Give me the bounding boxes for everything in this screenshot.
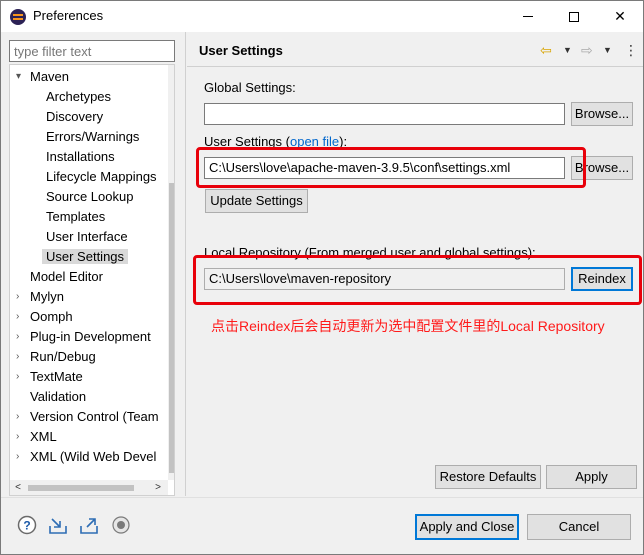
tree-item-user-settings[interactable]: User Settings — [42, 247, 129, 267]
browse-global-button[interactable]: Browse... — [571, 102, 633, 126]
tree-item-plugin-development[interactable]: › Plug-in Development — [16, 327, 151, 347]
tree-item-discovery[interactable]: Discovery — [46, 107, 103, 127]
global-settings-label: Global Settings: — [204, 80, 296, 95]
tree-horizontal-scroll-thumb[interactable] — [28, 485, 134, 491]
preference-tree: ▾ Maven Archetypes Discovery Errors/Warn… — [9, 64, 175, 496]
title-bar: Preferences ✕ — [1, 1, 643, 32]
minimize-button[interactable] — [505, 1, 551, 32]
close-icon: ✕ — [614, 8, 626, 24]
filter-box — [9, 40, 175, 62]
tree-item-templates[interactable]: Templates — [46, 207, 105, 227]
tree-item-maven[interactable]: ▾ Maven — [16, 67, 69, 87]
help-icon[interactable]: ? — [17, 515, 37, 535]
tree-vertical-scrollbar[interactable] — [168, 65, 174, 480]
apply-button[interactable]: Apply — [546, 465, 637, 489]
close-button[interactable]: ✕ — [597, 1, 643, 32]
user-settings-highlight — [196, 147, 586, 188]
window-title: Preferences — [33, 8, 104, 23]
preferences-window: Preferences ✕ ▾ Maven Archetypes Discove… — [0, 0, 644, 555]
tree-item-installations[interactable]: Installations — [46, 147, 115, 167]
forward-dropdown-icon[interactable]: ▼ — [603, 41, 612, 59]
tree-vertical-scroll-thumb[interactable] — [169, 183, 174, 473]
tree-item-run-debug[interactable]: › Run/Debug — [16, 347, 96, 367]
record-icon[interactable] — [111, 515, 131, 535]
maximize-button[interactable] — [551, 1, 597, 32]
tree-item-xml-wild-web[interactable]: › XML (Wild Web Devel — [16, 447, 156, 467]
tree-item-version-control[interactable]: › Version Control (Team — [16, 407, 159, 427]
export-icon[interactable] — [79, 515, 99, 535]
tree-item-validation[interactable]: Validation — [30, 387, 86, 407]
chevron-right-icon[interactable]: › — [16, 327, 26, 347]
local-repository-highlight — [193, 255, 642, 305]
tree-item-xml[interactable]: › XML — [16, 427, 57, 447]
tree-item-textmate[interactable]: › TextMate — [16, 367, 83, 387]
tree-item-user-interface[interactable]: User Interface — [46, 227, 128, 247]
back-dropdown-icon[interactable]: ▼ — [563, 41, 572, 59]
cancel-button[interactable]: Cancel — [527, 514, 631, 540]
tree-horizontal-scrollbar[interactable]: < > — [10, 480, 168, 495]
restore-defaults-button[interactable]: Restore Defaults — [435, 465, 541, 489]
scroll-right-icon[interactable]: > — [150, 480, 166, 495]
chevron-right-icon[interactable]: › — [16, 407, 26, 427]
tree-item-errors-warnings[interactable]: Errors/Warnings — [46, 127, 139, 147]
apply-and-close-button[interactable]: Apply and Close — [415, 514, 519, 540]
update-settings-button[interactable]: Update Settings — [205, 189, 308, 213]
tree-item-archetypes[interactable]: Archetypes — [46, 87, 111, 107]
tree-item-source-lookup[interactable]: Source Lookup — [46, 187, 133, 207]
chevron-right-icon[interactable]: › — [16, 307, 26, 327]
maximize-icon — [569, 11, 579, 22]
tree-item-mylyn[interactable]: › Mylyn — [16, 287, 64, 307]
filter-input[interactable] — [10, 41, 174, 61]
chevron-right-icon[interactable]: › — [16, 287, 26, 307]
chevron-down-icon[interactable]: ▾ — [16, 67, 26, 87]
scroll-left-icon[interactable]: < — [10, 480, 26, 495]
global-settings-field[interactable] — [204, 103, 565, 125]
chevron-right-icon[interactable]: › — [16, 427, 26, 447]
import-icon[interactable] — [48, 515, 68, 535]
tree-item-model-editor[interactable]: Model Editor — [30, 267, 103, 287]
annotation-text: 点击Reindex后会自动更新为选中配置文件里的Local Repository — [211, 318, 605, 334]
eclipse-icon — [10, 9, 26, 25]
back-arrow-icon[interactable]: ⇦ — [540, 41, 552, 59]
footer-separator — [1, 497, 643, 498]
title-separator — [187, 66, 643, 67]
chevron-right-icon[interactable]: › — [16, 347, 26, 367]
tree-item-lifecycle-mappings[interactable]: Lifecycle Mappings — [46, 167, 157, 187]
forward-arrow-icon[interactable]: ⇨ — [581, 41, 593, 59]
chevron-right-icon[interactable]: › — [16, 367, 26, 387]
svg-text:?: ? — [23, 519, 30, 533]
tree-item-oomph[interactable]: › Oomph — [16, 307, 73, 327]
pane-divider[interactable] — [185, 32, 186, 496]
view-menu-icon[interactable]: ⋮ — [624, 41, 638, 59]
chevron-right-icon[interactable]: › — [16, 447, 26, 467]
page-title: User Settings — [199, 43, 283, 58]
minimize-icon — [523, 16, 533, 17]
